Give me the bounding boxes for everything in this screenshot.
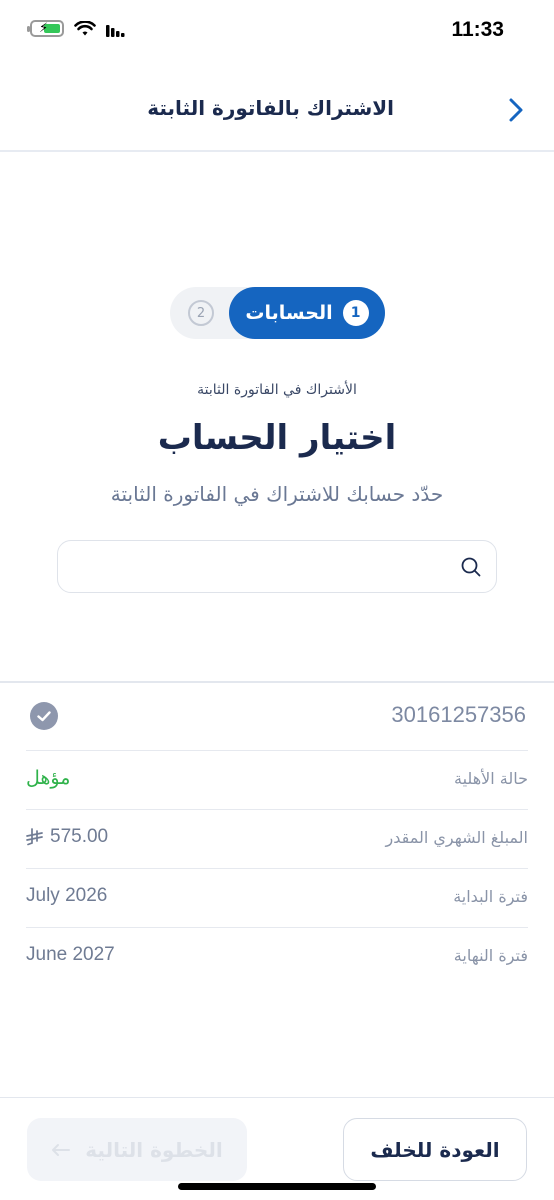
step-1-number: 1 [342, 300, 369, 326]
home-indicator [178, 1183, 376, 1190]
start-period-label: فترة البداية [453, 887, 528, 906]
wifi-icon [74, 20, 96, 35]
battery-icon: ⚡ [27, 20, 64, 37]
back-chevron-button[interactable] [498, 92, 534, 128]
search-icon [461, 557, 481, 577]
monthly-amount-row: المبلغ الشهري المقدر 575.00 [26, 809, 528, 868]
status-icons: ⚡ [27, 20, 126, 37]
header: الاشتراك بالفاتورة الثابتة [0, 62, 554, 152]
page-title: اختيار الحساب [157, 418, 397, 458]
riyal-icon [26, 828, 43, 846]
section-subtitle: الأشتراك في الفاتورة الثابتة [197, 382, 357, 398]
start-period-row: فترة البداية July 2026 [26, 868, 528, 927]
next-step-button[interactable]: الخطوة التالية [27, 1118, 247, 1181]
next-step-label: الخطوة التالية [85, 1137, 223, 1162]
status-time: 11:33 [451, 18, 504, 41]
step-1-active: 1 الحسابات [229, 287, 385, 339]
step-1-label: الحسابات [245, 302, 333, 324]
eligibility-label: حالة الأهلية [453, 769, 528, 788]
monthly-amount-value: 575.00 [50, 826, 109, 847]
eligibility-value: مؤهل [26, 767, 71, 789]
back-button[interactable]: العودة للخلف [343, 1118, 527, 1181]
status-bar: ⚡ 11:33 [0, 0, 554, 62]
account-number: 30161257356 [391, 702, 526, 727]
header-title: الاشتراك بالفاتورة الثابتة [147, 96, 394, 120]
end-period-label: فترة النهاية [453, 946, 528, 965]
stepper: 2 1 الحسابات [170, 287, 385, 339]
eligibility-row: حالة الأهلية مؤهل [26, 750, 528, 809]
monthly-amount-label: المبلغ الشهري المقدر [385, 828, 529, 847]
selected-check-icon[interactable] [30, 702, 58, 730]
account-item[interactable]: 30161257356 [0, 682, 554, 750]
end-period-row: فترة النهاية June 2027 [26, 927, 528, 986]
end-period-value: June 2027 [26, 944, 115, 965]
step-2-indicator: 2 [188, 300, 214, 326]
signal-icon [106, 24, 125, 37]
page-description: حدّد حسابك للاشتراك في الفاتورة الثابتة [110, 482, 444, 506]
chevron-right-icon [509, 98, 523, 122]
start-period-value: July 2026 [26, 885, 108, 906]
search-input[interactable] [57, 540, 497, 593]
arrow-left-icon [52, 1143, 71, 1156]
